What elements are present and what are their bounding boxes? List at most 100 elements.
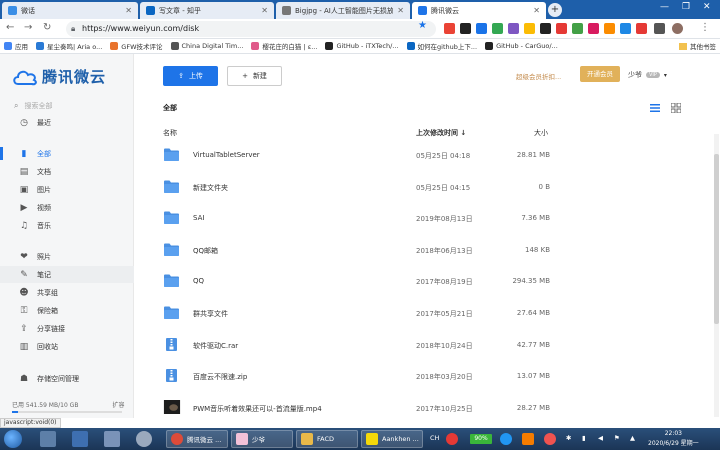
- new-button[interactable]: + 新建: [227, 66, 282, 86]
- tray-app-icon[interactable]: [446, 433, 458, 445]
- file-row[interactable]: 软件驱动C.rar 2018年10月24日 42.77 MB: [134, 330, 720, 360]
- browser-tab[interactable]: 微话 ✕: [2, 2, 138, 19]
- search-input[interactable]: ⌕ 搜索全部: [14, 101, 52, 111]
- nav-item-all[interactable]: ▮ 全部: [0, 145, 134, 162]
- extension-icon[interactable]: [508, 23, 519, 34]
- desktop-icon[interactable]: [72, 431, 88, 447]
- menu-icon[interactable]: ⋮: [700, 22, 710, 33]
- start-button[interactable]: [4, 430, 22, 448]
- file-name[interactable]: 群共享文件: [193, 309, 228, 319]
- extension-icon[interactable]: [460, 23, 471, 34]
- nav-item-groups[interactable]: ☻ 共享组: [0, 284, 134, 301]
- back-icon[interactable]: ←: [6, 22, 14, 33]
- open-vip-button[interactable]: 开通会员: [580, 66, 620, 82]
- file-row[interactable]: 百度云不限速.zip 2018年03月20日 13.07 MB: [134, 361, 720, 391]
- bluetooth-icon[interactable]: ✱: [566, 434, 571, 442]
- ime-indicator[interactable]: CH: [430, 434, 439, 442]
- tray-app-icon[interactable]: [522, 433, 534, 445]
- extension-icon[interactable]: [556, 23, 567, 34]
- nav-item-storage[interactable]: ☗ 存储空间管理: [0, 370, 134, 387]
- url-input[interactable]: 🔒︎ https://www.weiyun.com/disk: [66, 21, 436, 37]
- taskbar-item[interactable]: FACD: [296, 430, 358, 448]
- window-switch-icon[interactable]: [40, 431, 56, 447]
- nav-item-recent[interactable]: ◷ 最近: [0, 114, 134, 131]
- bookmark-item[interactable]: 应用: [0, 41, 32, 51]
- extension-icon[interactable]: [492, 23, 503, 34]
- grid-view-icon[interactable]: [671, 103, 681, 113]
- file-row[interactable]: 群共享文件 2017年05月21日 27.64 MB: [134, 298, 720, 328]
- file-name[interactable]: QQ: [193, 277, 204, 285]
- scrollbar[interactable]: [714, 134, 719, 417]
- file-row[interactable]: QQ 2017年08月19日 294.35 MB: [134, 266, 720, 296]
- nav-item-safe[interactable]: ⚿ 保险箱: [0, 302, 134, 319]
- storage-expand-link[interactable]: 扩容: [112, 400, 124, 409]
- battery-indicator[interactable]: 90%: [470, 434, 492, 444]
- flag-icon[interactable]: ⚑: [614, 434, 620, 442]
- nav-item-music[interactable]: ♫ 音乐: [0, 217, 134, 234]
- bookmark-item[interactable]: GFW技术评论: [106, 41, 166, 51]
- column-header-size[interactable]: 大小: [534, 128, 548, 138]
- bookmark-item[interactable]: 樱花庄的白猫 | ε...: [247, 41, 321, 51]
- maximize-icon[interactable]: ❐: [682, 2, 690, 12]
- browser-tab[interactable]: Bigjpg - AI人工智能图片无损放大 ✕: [276, 2, 410, 19]
- logo[interactable]: 腾讯微云: [12, 66, 106, 87]
- tab-close-icon[interactable]: ✕: [533, 6, 540, 15]
- file-row[interactable]: SAI 2019年08月13日 7.36 MB: [134, 203, 720, 233]
- list-view-icon[interactable]: [650, 103, 660, 113]
- file-row[interactable]: 新建文件夹 05月25日 04:15 0 B: [134, 172, 720, 202]
- notification-icon[interactable]: ▲: [630, 434, 635, 442]
- nav-item-video[interactable]: ▶ 视频: [0, 199, 134, 216]
- nav-item-share-links[interactable]: ⇪ 分享链接: [0, 320, 134, 337]
- extension-icon[interactable]: [444, 23, 455, 34]
- tab-close-icon[interactable]: ✕: [261, 6, 268, 15]
- nav-item-images[interactable]: ▣ 图片: [0, 181, 134, 198]
- file-name[interactable]: QQ邮箱: [193, 246, 218, 256]
- system-clock[interactable]: 22:03 2020/6/29 星期一: [648, 429, 699, 449]
- taskbar-item[interactable]: Aankhen ...: [361, 430, 423, 448]
- file-name[interactable]: PWM音乐听着效果还可以-首流量版.mp4: [193, 404, 322, 414]
- file-row[interactable]: PWM音乐听着效果还可以-首流量版.mp4 2017年10月25日 28.27 MB: [134, 393, 720, 423]
- tab-close-icon[interactable]: ✕: [397, 6, 404, 15]
- new-tab-button[interactable]: +: [548, 3, 562, 17]
- tray-app-icon[interactable]: [500, 433, 512, 445]
- extension-icon[interactable]: [588, 23, 599, 34]
- nav-item-recycle-bin[interactable]: ▥ 回收站: [0, 338, 134, 355]
- extension-icon[interactable]: [572, 23, 583, 34]
- tab-close-icon[interactable]: ✕: [125, 6, 132, 15]
- file-name[interactable]: SAI: [193, 214, 204, 222]
- nav-item-documents[interactable]: ▤ 文档: [0, 163, 134, 180]
- extension-icon[interactable]: [540, 23, 551, 34]
- bookmark-item[interactable]: 如何在github上下...: [403, 41, 482, 51]
- app-icon[interactable]: [136, 431, 152, 447]
- profile-avatar[interactable]: [672, 23, 683, 34]
- forward-icon[interactable]: →: [24, 22, 32, 33]
- nav-item-photos[interactable]: ❤ 照片: [0, 248, 134, 265]
- file-row[interactable]: QQ邮箱 2018年06月13日 148 KB: [134, 235, 720, 265]
- upload-button[interactable]: ⇪ 上传: [163, 66, 218, 86]
- vip-discount-link[interactable]: 超级会员折扣...: [516, 71, 561, 81]
- column-header-modified[interactable]: 上次修改时间 ↓: [416, 128, 466, 138]
- file-row[interactable]: VirtualTabletServer 05月25日 04:18 28.81 MB: [134, 140, 720, 170]
- taskbar-item[interactable]: 少爷: [231, 430, 293, 448]
- extension-icon[interactable]: [604, 23, 615, 34]
- browser-tab[interactable]: 写文章 - 知乎 ✕: [140, 2, 274, 19]
- taskbar-item[interactable]: 腾讯微云 ...: [166, 430, 228, 448]
- file-name[interactable]: 百度云不限速.zip: [193, 372, 247, 382]
- tray-app-icon[interactable]: [544, 433, 556, 445]
- minimize-icon[interactable]: —: [660, 2, 669, 12]
- nav-item-notes[interactable]: ✎ 笔记: [0, 266, 134, 283]
- extension-icon[interactable]: [476, 23, 487, 34]
- bookmark-item[interactable]: GitHub - iTXTech/...: [321, 42, 402, 50]
- app-icon[interactable]: [104, 431, 120, 447]
- extension-icon[interactable]: [654, 23, 665, 34]
- window-close-icon[interactable]: ✕: [703, 2, 711, 12]
- bookmark-star-icon[interactable]: ★: [418, 20, 427, 31]
- extension-icon[interactable]: [636, 23, 647, 34]
- scrollbar-thumb[interactable]: [714, 154, 719, 324]
- volume-icon[interactable]: ◀: [598, 434, 603, 442]
- bookmark-item[interactable]: GitHub - CarGuo/...: [481, 42, 562, 50]
- bookmark-item[interactable]: 星尘奏鸣| Aria o...: [32, 41, 106, 51]
- browser-tab-active[interactable]: 腾讯微云 ✕: [412, 2, 546, 19]
- network-icon[interactable]: ▮: [582, 434, 586, 442]
- user-menu[interactable]: 少爷 VIP ▾: [628, 70, 667, 80]
